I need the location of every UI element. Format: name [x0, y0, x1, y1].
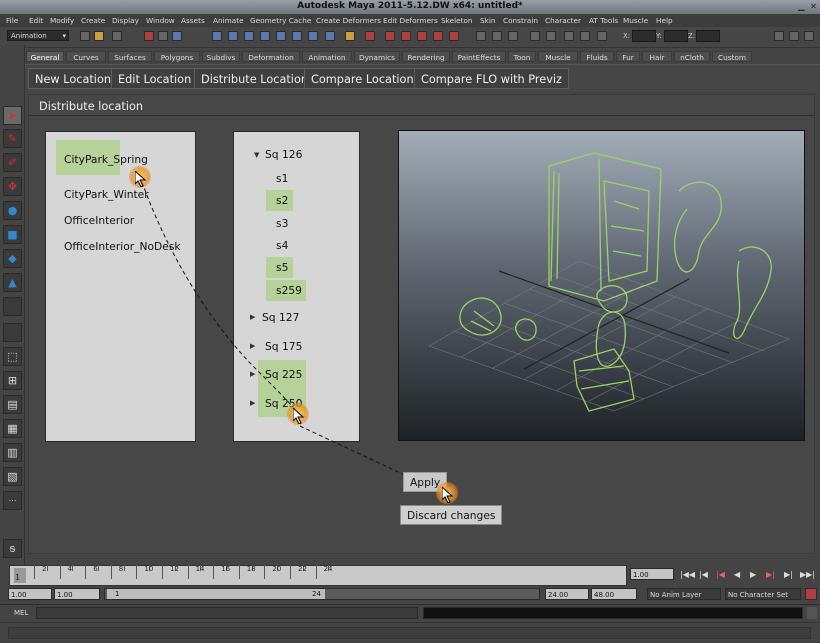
drag-path-line: [141, 181, 301, 416]
play-forward-icon[interactable]: ▶: [750, 570, 756, 579]
timeline-tick: [315, 565, 317, 579]
step-forward-icon[interactable]: ▶|: [784, 570, 793, 579]
range-end-label: 24: [312, 590, 321, 598]
drag-path-overlay: [141, 181, 441, 493]
auto-key-icon[interactable]: [805, 588, 817, 600]
mel-label: MEL: [14, 609, 29, 617]
timeline-tick: [290, 565, 291, 579]
help-line-field: [8, 627, 811, 639]
playback-start-field[interactable]: 1.00: [54, 588, 100, 600]
timeline-tick: [46, 565, 48, 571]
timeline-tick-label: 24: [323, 565, 333, 573]
timeline-tick: [34, 565, 35, 579]
timeline-tick-label: 16: [221, 565, 231, 573]
anim-layer-dropdown[interactable]: No Anim Layer: [647, 588, 721, 600]
range-slider-row: 1.00 1.00 1 24 24.00 48.00 No Anim Layer…: [0, 587, 820, 602]
prev-key-icon[interactable]: |◀: [716, 570, 725, 579]
timeline-tick-label: 2: [42, 565, 47, 573]
timeline-tick-label: 6: [93, 565, 98, 573]
next-key-icon[interactable]: ▶|: [766, 570, 775, 579]
timeline-tick: [72, 565, 74, 571]
range-slider-handle[interactable]: 1 24: [107, 589, 325, 599]
timeline-tick-label: 20: [272, 565, 282, 573]
command-line: MEL: [0, 604, 820, 622]
playback-end-field[interactable]: 24.00: [545, 588, 589, 600]
timeline-tick-label: 22: [298, 565, 307, 573]
timeline-tick: [98, 565, 99, 571]
step-back-icon[interactable]: |◀: [699, 570, 708, 579]
anim-layer-label: No Anim Layer: [650, 591, 702, 599]
cursor-pointer-icon: [129, 166, 151, 188]
cursor-pointer-icon: [287, 403, 309, 425]
timeline-tick-label: 10: [144, 565, 154, 573]
timeline-tick: [238, 565, 240, 579]
playback-controls: 1.00 |◀◀ |◀ |◀ ◀ ▶ ▶| ▶| ▶▶|: [628, 565, 820, 586]
script-editor-icon[interactable]: [807, 607, 817, 619]
go-end-icon[interactable]: ▶▶|: [800, 570, 815, 579]
timeline-tick: [162, 565, 163, 579]
timeline-tick-label: 18: [246, 565, 256, 573]
current-frame-field[interactable]: 1.00: [630, 568, 674, 580]
timeline-tick: [264, 565, 266, 579]
timeline-tick: [123, 565, 125, 571]
timeline-tick: [85, 565, 87, 579]
timeline-tick-label: 8: [118, 565, 124, 573]
timeline-tick: [136, 565, 138, 579]
play-back-icon[interactable]: ◀: [734, 570, 740, 579]
timeline-tick-label: 14: [195, 565, 205, 573]
character-set-dropdown[interactable]: No Character Set: [725, 588, 801, 600]
timeline-tick: [59, 565, 61, 579]
mel-result: [423, 607, 803, 619]
tick-row: 2 4 6 8 10 12 14 16 18 20 22 24: [9, 565, 627, 586]
range-slider[interactable]: 1 24: [104, 588, 540, 600]
character-set-label: No Character Set: [728, 591, 789, 599]
go-start-icon[interactable]: |◀◀: [680, 570, 695, 579]
help-line: [0, 622, 820, 643]
timeline-tick: [187, 565, 189, 579]
range-start-label: 1: [115, 590, 120, 598]
timeline-tick-label: 4: [67, 565, 73, 573]
discard-changes-button[interactable]: Discard changes: [400, 505, 503, 525]
timeline-tick: [213, 565, 215, 579]
mel-input[interactable]: [36, 607, 418, 619]
cursor-pointer-icon: [436, 482, 458, 504]
timeline-tick: [110, 565, 112, 579]
timeline-tick-label: 12: [170, 565, 179, 573]
animation-end-field[interactable]: 48.00: [591, 588, 637, 600]
animation-start-field[interactable]: 1.00: [8, 588, 52, 600]
